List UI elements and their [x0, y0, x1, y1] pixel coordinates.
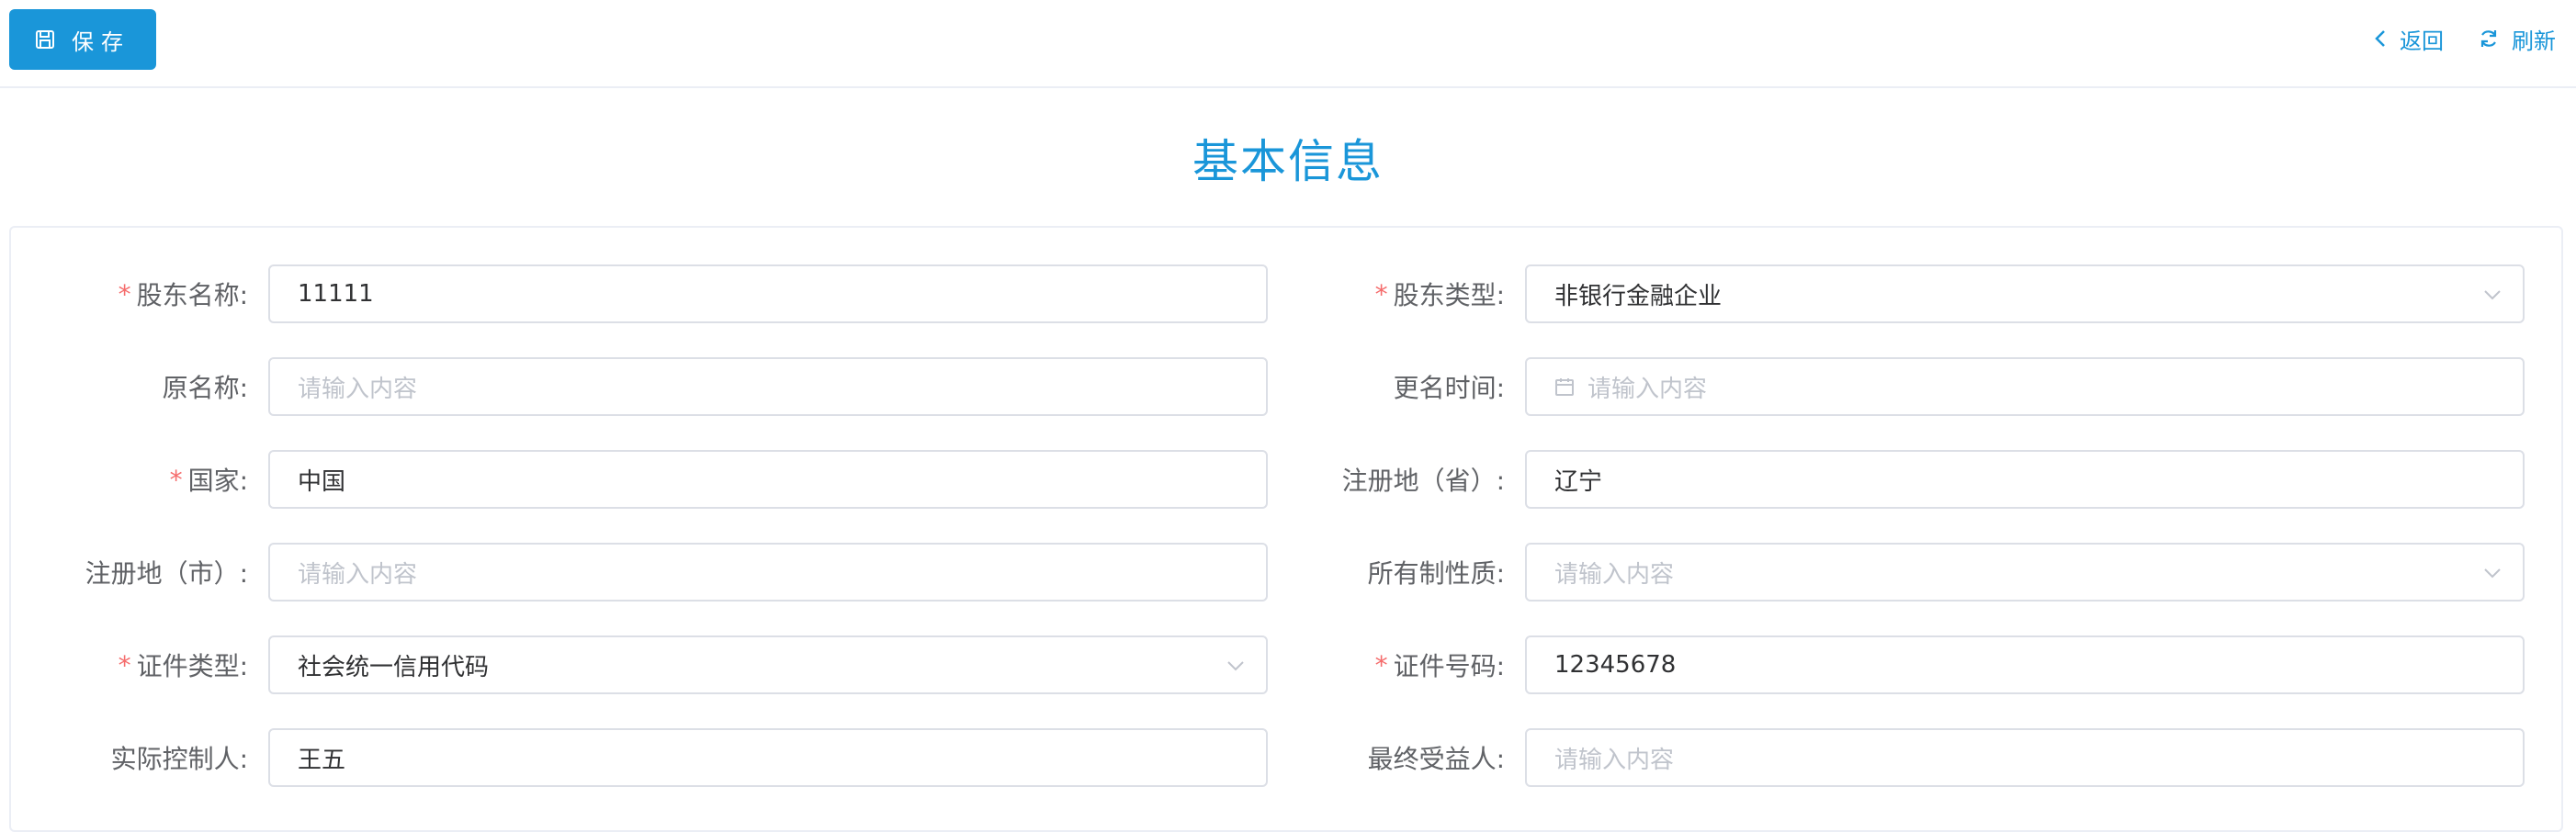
former-name-input[interactable]: 请输入内容 [268, 357, 1268, 416]
reg-city-input[interactable]: 请输入内容 [268, 543, 1268, 602]
save-icon [36, 30, 54, 49]
country-value: 中国 [298, 467, 346, 496]
ultimate-beneficiary-input[interactable]: 请输入内容 [1525, 728, 2525, 787]
refresh-link[interactable]: 刷新 [2479, 20, 2556, 57]
ownership-nature-select[interactable]: 请输入内容 [1525, 543, 2525, 602]
chevron-down-icon [2484, 568, 2501, 579]
toolbar: 保存 返回 刷新 [0, 0, 2576, 88]
form-row: 原名称: 请输入内容 更名时间: 请输入内容 [0, 357, 2576, 416]
reg-city-placeholder: 请输入内容 [298, 560, 418, 589]
cert-type-label: * 证件类型: [118, 649, 248, 682]
save-button[interactable]: 保存 [9, 9, 156, 70]
cert-number-input[interactable]: 12345678 [1525, 635, 2525, 694]
reg-province-input[interactable]: 辽宁 [1525, 450, 2525, 509]
form-row: * 证件类型: 社会统一信用代码 * 证件号码: 12345678 [0, 635, 2576, 694]
form-row: * 股东名称: 11111 * 股东类型: 非银行金融企业 [0, 264, 2576, 323]
chevron-down-icon [2484, 290, 2501, 300]
required-mark: * [1374, 278, 1388, 309]
cert-type-value: 社会统一信用代码 [298, 653, 490, 681]
rename-time-placeholder: 请输入内容 [1587, 375, 1708, 403]
rename-time-label: 更名时间: [1393, 373, 1505, 403]
chevron-left-icon [2375, 30, 2385, 47]
section-title: 基本信息 [1192, 135, 1384, 188]
reg-city-label: 注册地（市）: [85, 558, 248, 589]
actual-controller-input[interactable]: 王五 [268, 728, 1268, 787]
required-mark: * [118, 649, 131, 680]
ultimate-beneficiary-placeholder: 请输入内容 [1554, 746, 1675, 774]
refresh-link-label: 刷新 [2512, 28, 2556, 54]
refresh-icon [2480, 30, 2497, 47]
shareholder-type-label: * 股东类型: [1374, 278, 1505, 311]
shareholder-name-label: * 股东名称: [118, 278, 248, 311]
calendar-icon [1555, 378, 1574, 396]
actual-controller-value: 王五 [298, 746, 346, 774]
country-input[interactable]: 中国 [268, 450, 1268, 509]
chevron-down-icon [1227, 661, 1244, 671]
former-name-label: 原名称: [162, 373, 248, 403]
ownership-nature-label: 所有制性质: [1367, 558, 1505, 589]
back-link[interactable]: 返回 [2374, 20, 2444, 57]
required-mark: * [169, 464, 183, 495]
save-button-label: 保存 [72, 28, 130, 55]
required-mark: * [118, 278, 131, 309]
required-mark: * [1374, 649, 1388, 680]
reg-province-label: 注册地（省）: [1341, 466, 1505, 496]
form-row: 实际控制人: 王五 最终受益人: 请输入内容 [0, 728, 2576, 787]
country-label: * 国家: [169, 464, 248, 497]
former-name-placeholder: 请输入内容 [298, 375, 418, 403]
shareholder-type-select[interactable]: 非银行金融企业 [1525, 264, 2525, 323]
back-link-label: 返回 [2400, 28, 2444, 54]
cert-number-label: * 证件号码: [1374, 649, 1505, 682]
cert-type-select[interactable]: 社会统一信用代码 [268, 635, 1268, 694]
ultimate-beneficiary-label: 最终受益人: [1367, 744, 1505, 774]
actual-controller-label: 实际控制人: [110, 744, 248, 774]
form-row: * 国家: 中国 注册地（省）: 辽宁 [0, 450, 2576, 509]
shareholder-type-value: 非银行金融企业 [1554, 282, 1723, 310]
form-row: 注册地（市）: 请输入内容 所有制性质: 请输入内容 [0, 543, 2576, 602]
shareholder-name-value: 11111 [298, 280, 374, 308]
shareholder-name-input[interactable]: 11111 [268, 264, 1268, 323]
rename-time-datepicker[interactable]: 请输入内容 [1525, 357, 2525, 416]
ownership-nature-placeholder: 请输入内容 [1554, 560, 1675, 589]
cert-number-value: 12345678 [1554, 651, 1677, 679]
reg-province-value: 辽宁 [1554, 467, 1603, 496]
